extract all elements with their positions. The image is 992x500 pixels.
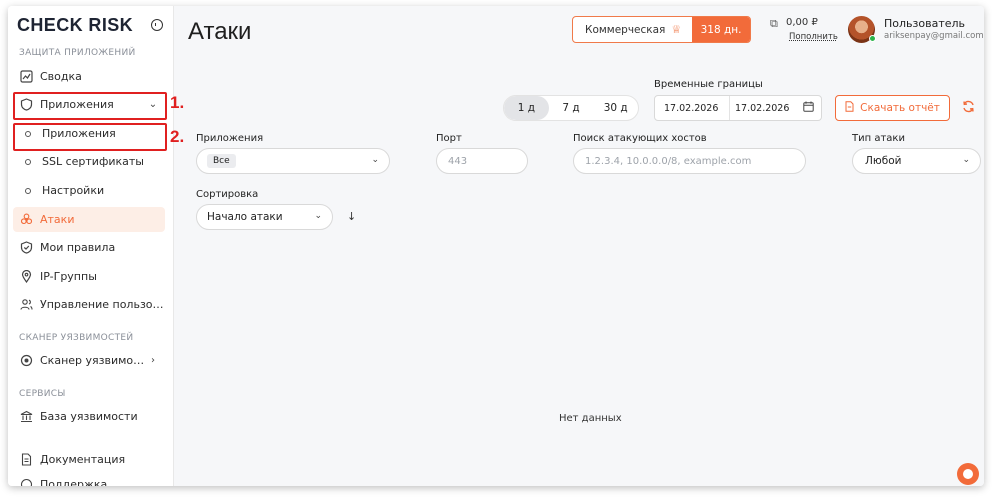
- user-name[interactable]: Пользователь: [884, 17, 965, 30]
- location-pin-icon: [19, 270, 33, 284]
- refresh-icon[interactable]: [962, 100, 975, 117]
- sidebar-item-support[interactable]: Поддержка: [13, 472, 165, 486]
- sidebar-item-label: IP-Группы: [40, 270, 97, 283]
- avatar[interactable]: [848, 16, 876, 43]
- sort-label: Сортировка: [196, 189, 259, 200]
- sidebar-item-settings[interactable]: Настройки: [13, 178, 165, 203]
- chevron-down-icon: ⌄: [371, 155, 379, 165]
- wallet-icon: ⧉: [770, 17, 778, 30]
- date-range-picker[interactable]: 17.02.2026 17.02.2026: [654, 95, 822, 121]
- file-icon: [845, 101, 854, 115]
- apps-filter-label: Приложения: [196, 133, 264, 144]
- section-vuln-scanner: СКАНЕР УЯЗВИМОСТЕЙ: [19, 333, 134, 343]
- download-report-button[interactable]: Скачать отчёт: [835, 95, 950, 121]
- highlight-box-apps: [13, 123, 167, 151]
- online-status-icon: [869, 35, 876, 42]
- chart-icon: [19, 70, 33, 84]
- sidebar-item-users[interactable]: Управление пользов...: [13, 292, 165, 317]
- apps-filter-select[interactable]: Все ⌄: [196, 148, 390, 174]
- logo-text-risk: RISK: [88, 15, 134, 35]
- users-icon: [19, 298, 33, 312]
- sidebar-item-label: База уязвимости: [40, 410, 138, 423]
- attack-type-value: Любой: [865, 155, 902, 167]
- sidebar-item-scanner[interactable]: Сканер уязвимосте... ›: [13, 348, 165, 373]
- support-icon: [19, 478, 33, 486]
- logo-text-check: CHECK: [17, 15, 84, 35]
- sidebar: CHECK RISK ЗАЩИТА ПРИЛОЖЕНИЙ Сводка Прил…: [8, 6, 174, 486]
- section-app-protection: ЗАЩИТА ПРИЛОЖЕНИЙ: [19, 48, 136, 58]
- section-services: СЕРВИСЫ: [19, 389, 66, 399]
- sidebar-item-docs[interactable]: Документация: [13, 447, 165, 472]
- chevron-down-icon: ⌄: [962, 155, 970, 165]
- attack-type-label: Тип атаки: [852, 133, 905, 144]
- highlight-box-apps-group: [13, 92, 167, 120]
- plan-badge[interactable]: Коммерческая ♕ 318 дн.: [572, 16, 751, 43]
- plan-name-text: Коммерческая: [585, 23, 666, 36]
- period-1d[interactable]: 1 д: [504, 96, 549, 120]
- logo[interactable]: CHECK RISK: [17, 15, 133, 36]
- biohazard-icon: [19, 213, 33, 227]
- shield-check-icon: [19, 241, 33, 255]
- bank-icon: [19, 410, 33, 424]
- sidebar-item-label: Сводка: [40, 70, 82, 83]
- sidebar-item-rules[interactable]: Мои правила: [13, 235, 165, 260]
- sidebar-item-label: Настройки: [42, 184, 105, 197]
- hosts-search-label: Поиск атакующих хостов: [573, 133, 707, 144]
- date-from[interactable]: 17.02.2026: [655, 96, 730, 120]
- chat-icon[interactable]: [957, 463, 979, 485]
- annotation-2: 2.: [170, 127, 185, 146]
- bullet-icon: [25, 187, 31, 194]
- hosts-search-input[interactable]: 1.2.3.4, 10.0.0.0/8, example.com: [573, 148, 806, 174]
- sidebar-item-label: Поддержка: [40, 478, 108, 486]
- sidebar-item-label: SSL сертификаты: [42, 155, 144, 168]
- sidebar-item-label: Атаки: [40, 213, 75, 226]
- plan-name: Коммерческая ♕: [573, 17, 692, 42]
- sidebar-item-ip-groups[interactable]: IP-Группы: [13, 264, 165, 289]
- sidebar-item-label: Управление пользов...: [40, 298, 165, 311]
- sidebar-item-label: Мои правила: [40, 241, 116, 254]
- plan-days: 318 дн.: [692, 17, 750, 42]
- annotation-1: 1.: [170, 93, 185, 112]
- sort-value: Начало атаки: [207, 211, 283, 223]
- attack-type-select[interactable]: Любой ⌄: [852, 148, 981, 174]
- port-label: Порт: [436, 133, 462, 144]
- sidebar-item-label: Документация: [40, 453, 126, 466]
- download-report-label: Скачать отчёт: [860, 102, 940, 114]
- period-30d[interactable]: 30 д: [593, 96, 638, 120]
- sidebar-item-attacks[interactable]: Атаки: [13, 207, 165, 232]
- apps-filter-tag[interactable]: Все: [207, 154, 236, 168]
- user-email: ariksenpay@gmail.com: [884, 31, 984, 41]
- sidebar-item-summary[interactable]: Сводка: [13, 64, 165, 89]
- radar-icon: [19, 354, 33, 368]
- empty-state-text: Нет данных: [559, 413, 622, 424]
- crown-icon: ♕: [671, 23, 682, 36]
- time-bounds-label: Временные границы: [654, 79, 763, 90]
- collapse-sidebar-icon[interactable]: [151, 19, 163, 31]
- date-to[interactable]: 17.02.2026: [730, 103, 803, 114]
- bullet-icon: [25, 158, 31, 165]
- chevron-down-icon: ⌄: [314, 211, 322, 221]
- sidebar-item-ssl[interactable]: SSL сертификаты: [13, 149, 165, 174]
- chevron-right-icon: ›: [151, 355, 155, 366]
- main-content: Атаки Коммерческая ♕ 318 дн. ⧉ 0,00 ₽ По…: [174, 6, 984, 486]
- calendar-icon[interactable]: [803, 101, 821, 115]
- period-7d[interactable]: 7 д: [549, 96, 594, 120]
- period-switcher: 1 д 7 д 30 д: [503, 95, 639, 121]
- top-up-link[interactable]: Пополнить: [789, 32, 838, 42]
- port-input[interactable]: 443: [436, 148, 528, 174]
- sidebar-item-vuln-db[interactable]: База уязвимости: [13, 404, 165, 429]
- sort-direction-icon[interactable]: ↓: [347, 210, 356, 223]
- app-window: CHECK RISK ЗАЩИТА ПРИЛОЖЕНИЙ Сводка Прил…: [8, 6, 984, 486]
- page-title: Атаки: [188, 18, 252, 45]
- document-icon: [19, 453, 33, 467]
- balance-amount: 0,00 ₽: [786, 17, 818, 28]
- sort-select[interactable]: Начало атаки ⌄: [196, 204, 333, 230]
- sidebar-item-label: Сканер уязвимосте...: [40, 354, 147, 367]
